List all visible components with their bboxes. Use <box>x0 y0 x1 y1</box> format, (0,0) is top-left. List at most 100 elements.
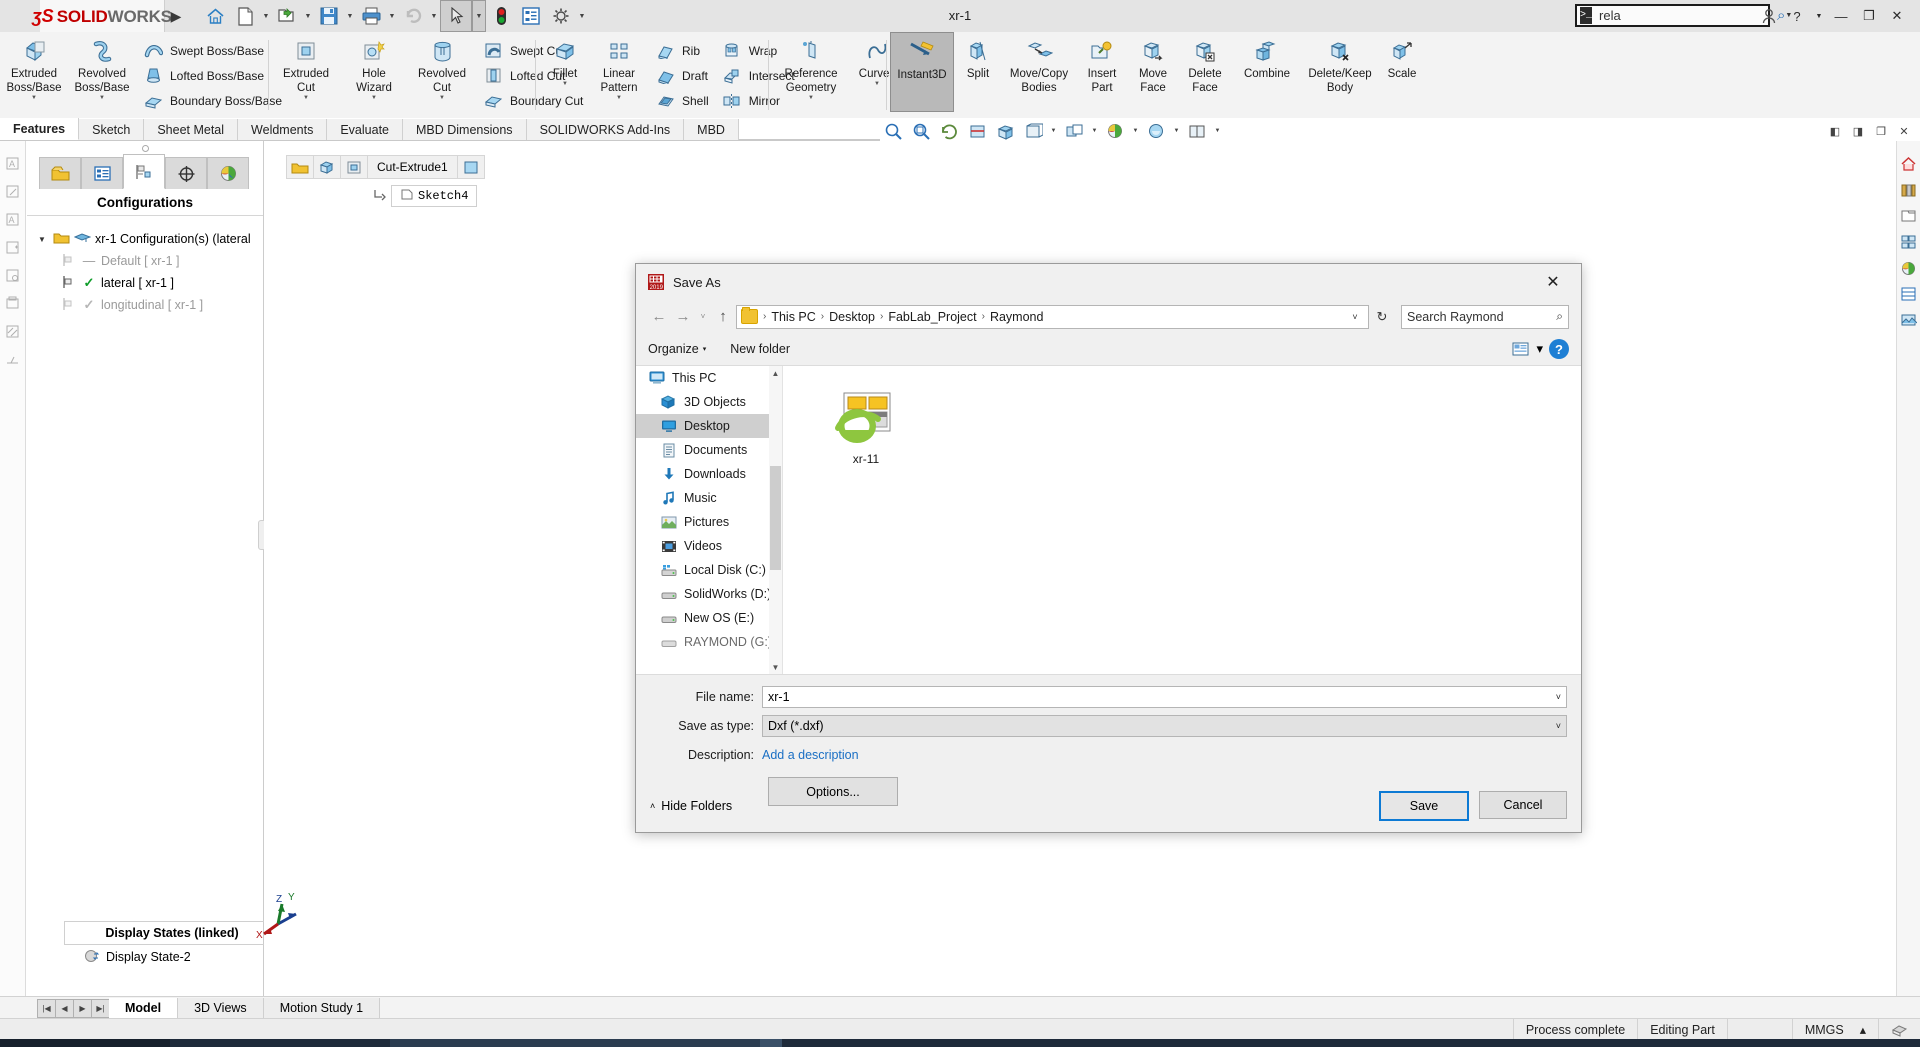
extruded-boss-base-button[interactable]: Extruded Boss/Base ▼ <box>0 32 68 114</box>
appearances-icon[interactable] <box>1897 255 1919 281</box>
display-manager-tab[interactable] <box>207 157 249 189</box>
forward-button[interactable]: → <box>672 305 694 329</box>
revolved-boss-dropdown[interactable]: ▼ <box>99 95 105 101</box>
tab-3d-views[interactable]: 3D Views <box>178 998 264 1018</box>
delete-keep-body-button[interactable]: Delete/Keep Body <box>1302 32 1378 114</box>
hole-wizard-dropdown[interactable]: ▼ <box>371 95 377 101</box>
balloon-icon[interactable] <box>0 261 24 289</box>
reference-geometry-button[interactable]: Reference Geometry ▼ <box>772 32 850 114</box>
hide-folders-toggle[interactable]: ˄ Hide Folders <box>650 799 732 813</box>
help-icon[interactable]: ? <box>1549 339 1569 359</box>
solidworks-search[interactable]: >_ ⌕ ▼ <box>1575 4 1792 27</box>
scroll-thumb[interactable] <box>770 466 781 570</box>
dialog-search-box[interactable]: Search Raymond ⌕ <box>1401 304 1569 329</box>
revolved-cut-dropdown[interactable]: ▼ <box>439 95 445 101</box>
add-description-link[interactable]: Add a description <box>762 748 859 762</box>
breadcrumb-desktop[interactable]: Desktop <box>826 310 878 324</box>
hide-show-items-icon[interactable] <box>1061 119 1087 143</box>
scroll-up-arrow[interactable]: ▲ <box>769 366 782 380</box>
breadcrumb-this-pc[interactable]: This PC <box>768 310 818 324</box>
viewport-dropdown[interactable]: ▼ <box>1212 119 1223 143</box>
instant3d-button[interactable]: Instant3D <box>890 32 954 112</box>
print-note-icon[interactable] <box>0 289 24 317</box>
view-orientation-icon[interactable] <box>992 119 1018 143</box>
lofted-boss-base-button[interactable]: Lofted Boss/Base <box>136 63 288 88</box>
tab-motion-study-1[interactable]: Motion Study 1 <box>263 998 381 1018</box>
nav-item-solidworks-d[interactable]: SolidWorks (D:) <box>636 582 782 606</box>
property-manager-tab[interactable] <box>81 157 123 189</box>
home-task-icon[interactable] <box>1897 151 1919 177</box>
section-view-icon[interactable] <box>964 119 990 143</box>
back-button[interactable]: ← <box>648 305 670 329</box>
file-item[interactable]: xr-11 <box>823 390 909 466</box>
linear-pattern-button[interactable]: Linear Pattern ▼ <box>590 32 648 114</box>
shell-button[interactable]: Shell <box>648 88 715 113</box>
save-type-select[interactable]: Dxf (*.dxf) ˅ <box>762 715 1567 737</box>
breadcrumb-face-icon[interactable] <box>456 155 485 179</box>
feature-manager-tab[interactable] <box>39 157 81 189</box>
save-type-dropdown-caret[interactable]: ˅ <box>1551 721 1561 731</box>
move-face-button[interactable]: Move Face <box>1128 32 1178 114</box>
display-style-dropdown[interactable]: ▼ <box>1048 119 1059 143</box>
zoom-to-fit-icon[interactable] <box>880 119 906 143</box>
breadcrumb-part-icon[interactable] <box>286 155 313 179</box>
restore-window-icon[interactable]: ❐ <box>1871 122 1891 140</box>
status-overlay-icon[interactable] <box>1878 1019 1920 1040</box>
weld-symbol-icon[interactable] <box>0 345 24 373</box>
tree-row-default[interactable]: — Default [ xr-1 ] <box>35 250 263 272</box>
combine-button[interactable]: Combine <box>1232 32 1302 114</box>
tree-row-longitudinal[interactable]: ✓ longitudinal [ xr-1 ] <box>35 294 263 316</box>
close-button[interactable]: ✕ <box>1884 4 1910 28</box>
curves-dropdown[interactable]: ▼ <box>874 81 880 87</box>
revolved-boss-base-button[interactable]: Revolved Boss/Base ▼ <box>68 32 136 114</box>
view-palette-icon[interactable] <box>1897 229 1919 255</box>
up-button[interactable]: ↑ <box>712 305 734 329</box>
nav-item-new-os-e[interactable]: New OS (E:) <box>636 606 782 630</box>
breadcrumb-body-icon[interactable] <box>313 155 340 179</box>
tab-mbd[interactable]: MBD <box>684 119 739 140</box>
nav-item-videos[interactable]: Videos <box>636 534 782 558</box>
swept-boss-base-button[interactable]: Swept Boss/Base <box>136 38 288 63</box>
extruded-cut-button[interactable]: Extruded Cut ▼ <box>272 32 340 114</box>
help-dropdown-icon[interactable]: ▼ <box>1812 4 1826 28</box>
tab-mbd-dimensions[interactable]: MBD Dimensions <box>403 119 527 140</box>
breadcrumb-raymond[interactable]: Raymond <box>987 310 1047 324</box>
nav-pane-scrollbar[interactable]: ▲ ▼ <box>769 366 782 674</box>
prev-tab-button[interactable]: ◀ <box>55 998 74 1018</box>
help-icon[interactable]: ? <box>1784 4 1810 28</box>
viewport-icon[interactable] <box>1184 119 1210 143</box>
account-icon[interactable] <box>1756 4 1782 28</box>
address-bar[interactable]: › This PC › Desktop › FabLab_Project › R… <box>736 304 1369 329</box>
refresh-icon[interactable]: ↻ <box>1371 309 1393 325</box>
nav-item-music[interactable]: Music <box>636 486 782 510</box>
tree-row-root[interactable]: ▼ xr-1 Configuration(s) (lateral <box>35 228 263 250</box>
breadcrumb-fablab-project[interactable]: FabLab_Project <box>885 310 979 324</box>
nav-item-downloads[interactable]: Downloads <box>636 462 782 486</box>
panel-grip[interactable] <box>27 141 263 155</box>
extruded-boss-dropdown[interactable]: ▼ <box>31 95 37 101</box>
change-view-icon[interactable] <box>1510 340 1530 358</box>
address-dropdown-caret[interactable]: ˅ <box>1346 312 1364 322</box>
split-button[interactable]: Split <box>954 32 1002 114</box>
save-button[interactable]: Save <box>1379 791 1469 821</box>
search-input[interactable] <box>1592 7 1778 24</box>
add-note-icon[interactable] <box>0 233 24 261</box>
tree-row-lateral[interactable]: ✓ lateral [ xr-1 ] <box>35 272 263 294</box>
dialog-close-icon[interactable]: ✕ <box>1531 267 1575 297</box>
pin-left-icon[interactable]: ◧ <box>1825 122 1845 140</box>
hide-show-dropdown[interactable]: ▼ <box>1089 119 1100 143</box>
cancel-button[interactable]: Cancel <box>1479 791 1567 819</box>
file-name-input[interactable]: xr-1 ˅ <box>762 686 1567 708</box>
apply-scene-icon[interactable] <box>1102 119 1128 143</box>
render-tools-icon[interactable] <box>1897 307 1919 333</box>
insert-part-button[interactable]: Insert Part <box>1076 32 1128 114</box>
organize-button[interactable]: Organize ▾ <box>648 342 706 356</box>
file-list-pane[interactable]: xr-11 <box>783 366 1581 674</box>
draft-button[interactable]: Draft <box>648 63 715 88</box>
move-copy-bodies-button[interactable]: Move/Copy Bodies <box>1002 32 1076 114</box>
next-tab-button[interactable]: ▶ <box>73 998 92 1018</box>
nav-item-documents[interactable]: Documents <box>636 438 782 462</box>
status-units[interactable]: MMGS <box>1791 1019 1856 1040</box>
new-folder-button[interactable]: New folder <box>730 342 790 356</box>
sketch-chip[interactable]: Sketch4 <box>391 185 478 207</box>
